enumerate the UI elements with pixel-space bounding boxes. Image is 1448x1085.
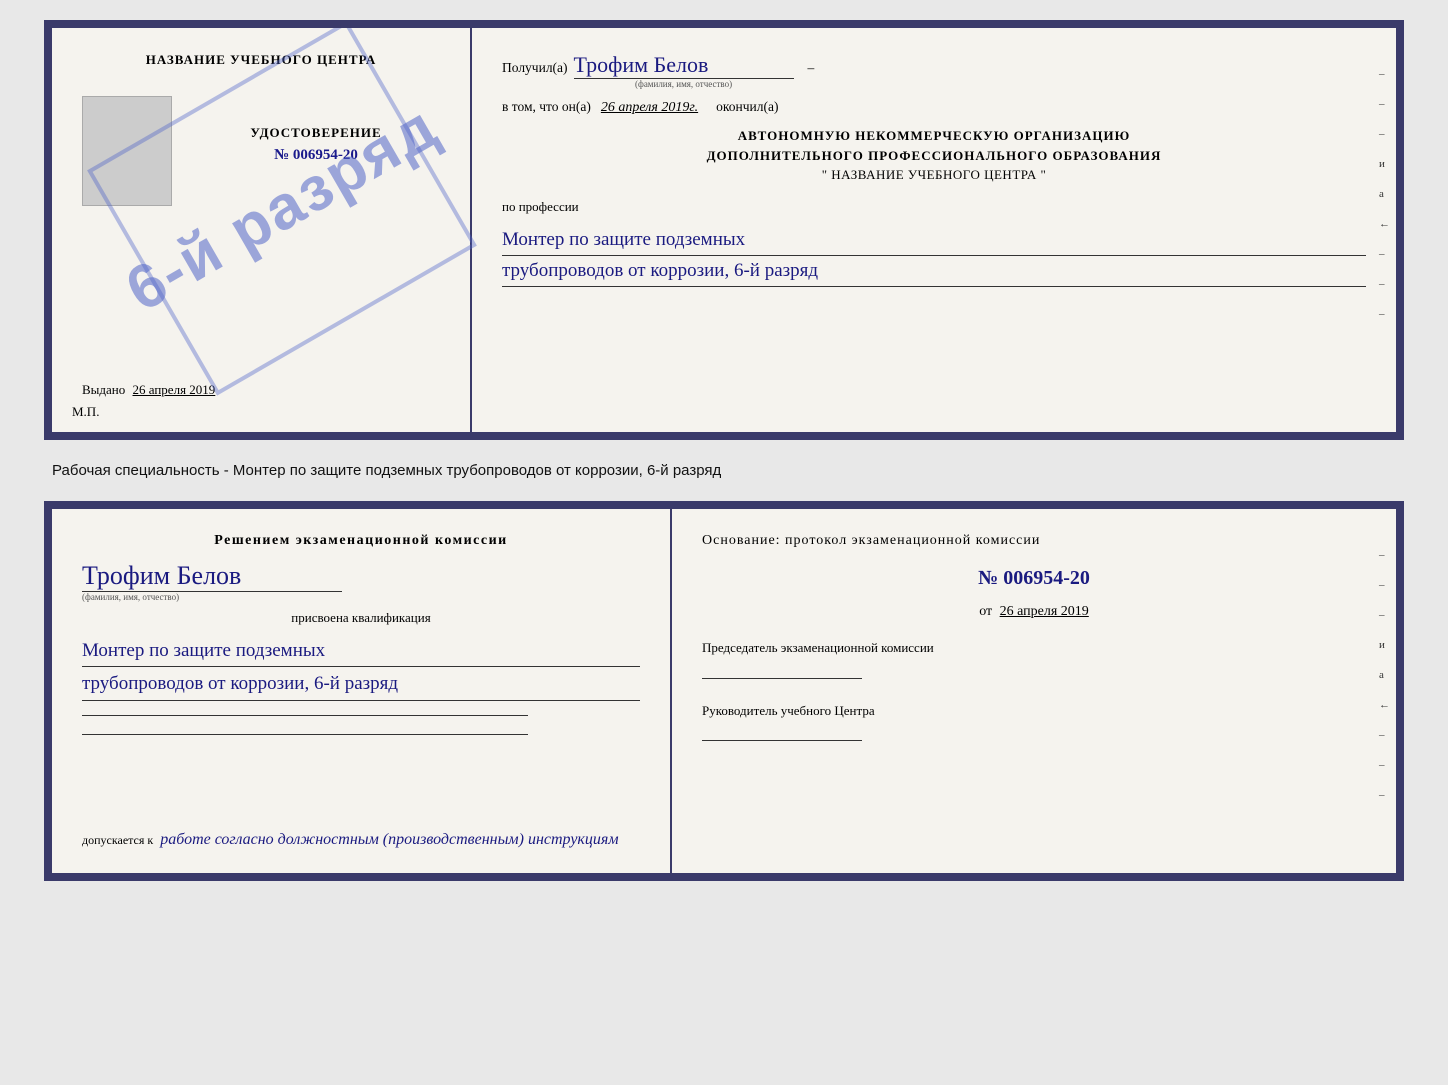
chairman-block: Председатель экзаменационной комиссии [702,638,1366,679]
qualification-label: присвоена квалификация [82,610,640,626]
vtom-label: в том, что он(а) [502,99,591,115]
cert-bottom-right: Основание: протокол экзаменационной коми… [672,509,1396,873]
org-line1: АВТОНОМНУЮ НЕКОММЕРЧЕСКУЮ ОРГАНИЗАЦИЮ [502,126,1366,146]
diagonal-stamp: 6-й разряд [87,20,477,395]
from-prefix: от [979,604,992,619]
vydano-date: 26 апреля 2019 [133,382,216,397]
poluchil-value: Трофим Белов [574,52,794,79]
top-center-title: НАЗВАНИЕ УЧЕБНОГО ЦЕНТРА [146,52,377,68]
head-signature-line [702,740,862,741]
from-date-value: 26 апреля 2019 [1000,604,1089,619]
udost-label: УДОСТОВЕРЕНИЕ [250,125,381,141]
head-block: Руководитель учебного Центра [702,687,1366,742]
okonchil-label: окончил(а) [716,99,778,115]
qualification-block: Монтер по защите подземных трубопроводов… [82,634,640,701]
stamp-border [87,20,477,395]
cert-top-left: НАЗВАНИЕ УЧЕБНОГО ЦЕНТРА УДОСТОВЕРЕНИЕ №… [52,28,472,432]
qual-line2: трубопроводов от коррозии, 6-й разряд [82,669,640,700]
org-line2: ДОПОЛНИТЕЛЬНОГО ПРОФЕССИОНАЛЬНОГО ОБРАЗО… [502,146,1366,166]
side-marks-bottom: – – – и а ← – – – [1379,549,1390,801]
name-value: Трофим Белов [82,561,342,592]
profession-line2: трубопроводов от коррозии, 6-й разряд [502,256,1366,287]
org-line3: " НАЗВАНИЕ УЧЕБНОГО ЦЕНТРА " [502,165,1366,185]
dopusk-line: допускается к работе согласно должностны… [82,831,640,849]
dopusk-prefix: допускается к [82,833,153,847]
blank-line-2 [82,734,528,735]
vydano-line: Выдано 26 апреля 2019 [82,382,215,408]
middle-text: Рабочая специальность - Монтер по защите… [44,456,1404,485]
qual-line1: Монтер по защите подземных [82,636,640,667]
po-professii: по профессии [502,199,1366,215]
side-marks-top: – – – и а ← – – – [1379,68,1390,320]
protocol-number: № 006954-20 [702,567,1366,590]
profession-block: Монтер по защите подземных трубопроводов… [502,225,1366,288]
name-block: Трофим Белов (фамилия, имя, отчество) [82,561,640,602]
from-date: от 26 апреля 2019 [702,604,1366,620]
middle-text-content: Рабочая специальность - Монтер по защите… [52,462,721,479]
mp-line: М.П. [72,404,99,420]
cert-top-right: Получил(a) Трофим Белов (фамилия, имя, о… [472,28,1396,432]
bottom-certificate: Решением экзаменационной комиссии Трофим… [44,501,1404,881]
poluchil-row: Получил(a) Трофим Белов (фамилия, имя, о… [502,52,1366,89]
decision-title: Решением экзаменационной комиссии [82,533,640,549]
photo-placeholder [82,96,172,206]
poluchil-subtext: (фамилия, имя, отчество) [574,79,794,89]
org-block: АВТОНОМНУЮ НЕКОММЕРЧЕСКУЮ ОРГАНИЗАЦИЮ ДО… [502,126,1366,185]
udost-number: № 006954-20 [274,147,358,164]
profession-line1: Монтер по защите подземных [502,225,1366,256]
basis-title: Основание: протокол экзаменационной коми… [702,533,1366,549]
top-certificate: НАЗВАНИЕ УЧЕБНОГО ЦЕНТРА УДОСТОВЕРЕНИЕ №… [44,20,1404,440]
vtom-date: 26 апреля 2019г. [601,100,698,116]
cert-bottom-left: Решением экзаменационной комиссии Трофим… [52,509,672,873]
poluchil-label: Получил(a) [502,60,568,76]
name-subtext: (фамилия, имя, отчество) [82,592,179,602]
blank-line-1 [82,715,528,716]
chairman-label: Председатель экзаменационной комиссии [702,638,1366,658]
head-label: Руководитель учебного Центра [702,701,1366,721]
chairman-signature-line [702,678,862,679]
dopusk-value: работе согласно должностным (производств… [160,831,618,848]
vydano-label: Выдано [82,382,125,397]
dash1: – [808,60,815,76]
vtom-row: в том, что он(а) 26 апреля 2019г. окончи… [502,99,1366,116]
